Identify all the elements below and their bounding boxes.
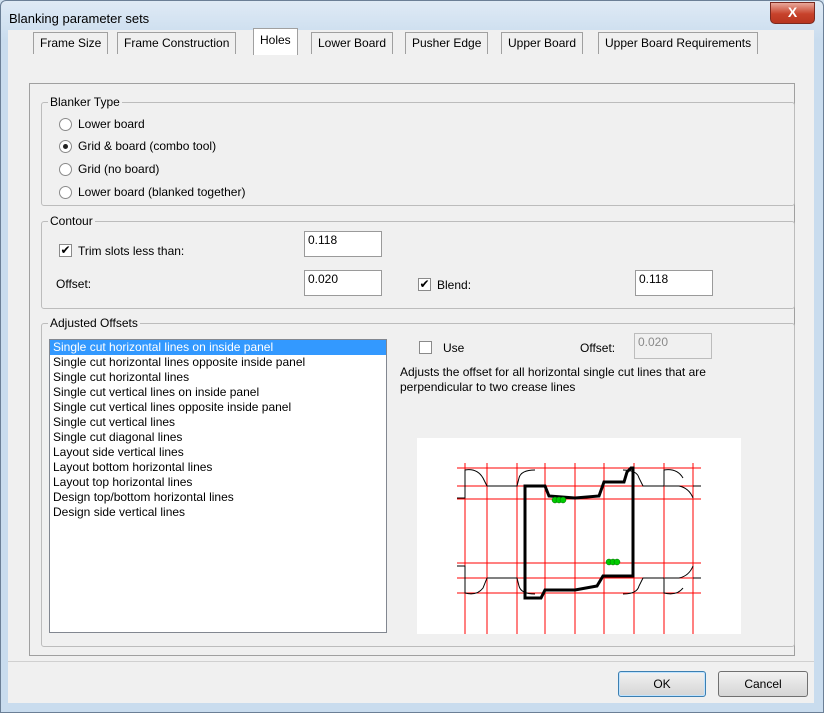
tab-upper-board[interactable]: Upper Board [501, 32, 584, 54]
list-item[interactable]: Layout top horizontal lines [50, 475, 386, 490]
radio-button[interactable] [59, 118, 72, 131]
checkbox-label: Use [443, 341, 465, 355]
title-bar[interactable]: Blanking parameter sets X [1, 1, 823, 31]
radio-button[interactable] [59, 163, 72, 176]
adjusted-offset-input[interactable]: 0.020 [634, 333, 712, 359]
list-item[interactable]: Design top/bottom horizontal lines [50, 490, 386, 505]
list-item[interactable]: Design side vertical lines [50, 505, 386, 520]
tab-holes[interactable]: Holes [253, 28, 298, 55]
window-title: Blanking parameter sets [9, 11, 150, 26]
adjusted-offset-label: Offset: [580, 341, 616, 355]
group-label: Contour [48, 214, 95, 228]
list-item[interactable]: Layout bottom horizontal lines [50, 460, 386, 475]
tab-frame-construction[interactable]: Frame Construction [117, 32, 237, 54]
offset-preview-diagram [417, 438, 741, 634]
checkbox[interactable] [419, 341, 432, 354]
checkbox[interactable]: ✔ [59, 244, 72, 257]
list-item[interactable]: Single cut horizontal lines opposite ins… [50, 355, 386, 370]
list-item[interactable]: Single cut vertical lines opposite insid… [50, 400, 386, 415]
blend-input[interactable]: 0.118 [635, 270, 713, 296]
radio-label: Lower board (blanked together) [78, 185, 246, 199]
group-label: Blanker Type [48, 95, 122, 109]
list-item[interactable]: Single cut vertical lines on inside pane… [50, 385, 386, 400]
checkbox[interactable]: ✔ [418, 278, 431, 291]
divider [8, 661, 814, 662]
tab-lower-board[interactable]: Lower Board [311, 32, 394, 54]
list-item[interactable]: Single cut horizontal lines [50, 370, 386, 385]
list-item[interactable]: Single cut horizontal lines on inside pa… [50, 340, 386, 355]
offset-input[interactable]: 0.020 [304, 270, 382, 296]
trim-slots-input[interactable]: 0.118 [304, 231, 382, 257]
radio-label: Grid (no board) [78, 162, 160, 176]
checkbox-label: Blend: [437, 278, 472, 292]
radio-button[interactable] [59, 186, 72, 199]
radio-button[interactable] [59, 140, 72, 153]
radio-label: Grid & board (combo tool) [78, 139, 217, 153]
adjusted-offsets-list[interactable]: Single cut horizontal lines on inside pa… [49, 339, 387, 633]
list-item[interactable]: Layout side vertical lines [50, 445, 386, 460]
group-label: Adjusted Offsets [48, 316, 140, 330]
checkbox-label: Trim slots less than: [78, 244, 185, 258]
preview-drawing [457, 463, 701, 634]
list-item[interactable]: Single cut vertical lines [50, 415, 386, 430]
cancel-button[interactable]: Cancel [718, 671, 808, 697]
ok-button[interactable]: OK [618, 671, 706, 697]
tab-upper-board-requirements[interactable]: Upper Board Requirements [598, 32, 759, 54]
tab-pusher-edge[interactable]: Pusher Edge [405, 32, 489, 54]
offset-label: Offset: [56, 277, 92, 291]
list-item[interactable]: Single cut diagonal lines [50, 430, 386, 445]
tab-frame-size[interactable]: Frame Size [33, 32, 109, 54]
radio-label: Lower board [78, 117, 145, 131]
offset-description: Adjusts the offset for all horizontal si… [400, 365, 706, 394]
close-button[interactable]: X [770, 2, 815, 24]
